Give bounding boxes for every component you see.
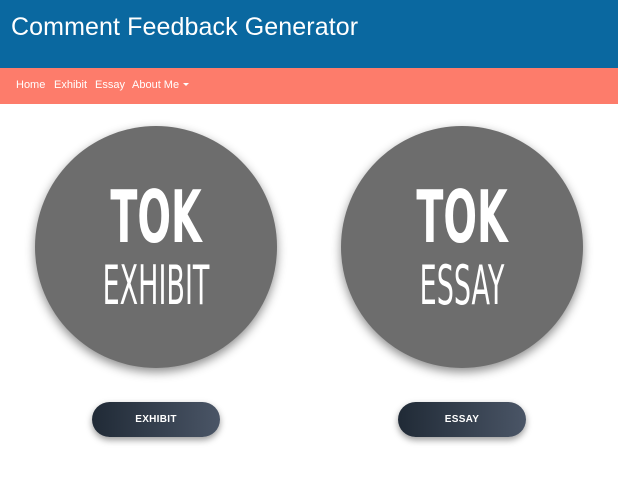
page-title: Comment Feedback Generator [11, 13, 359, 41]
tok-essay-subheading: ESSAY [419, 254, 505, 317]
chevron-down-icon [183, 82, 190, 86]
tok-exhibit-image[interactable]: TOK EXHIBIT [35, 126, 277, 368]
nav-about-me-dropdown[interactable]: About Me [132, 79, 190, 91]
tok-essay-image[interactable]: TOK ESSAY [341, 126, 583, 368]
exhibit-button[interactable]: EXHIBIT [92, 402, 220, 437]
tok-exhibit-heading: TOK [110, 175, 202, 259]
tok-exhibit-subheading: EXHIBIT [102, 254, 210, 317]
nav-home-link[interactable]: Home [16, 79, 45, 91]
nav-essay-link[interactable]: Essay [95, 79, 125, 91]
navbar: Home Exhibit Essay About Me [0, 68, 618, 104]
site-header: Comment Feedback Generator [0, 0, 618, 68]
essay-button[interactable]: ESSAY [398, 402, 526, 437]
nav-about-me-label: About Me [132, 79, 180, 91]
nav-exhibit-link[interactable]: Exhibit [54, 79, 87, 91]
tok-essay-heading: TOK [416, 175, 508, 259]
